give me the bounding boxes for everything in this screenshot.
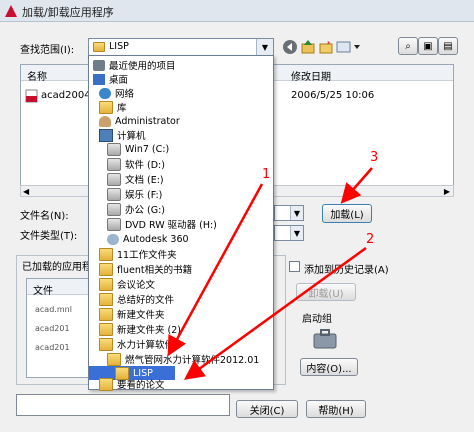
- arrow-1: [167, 183, 264, 357]
- arrow-3: [340, 167, 373, 204]
- annotation-number-1: 1: [262, 167, 271, 182]
- annotation-arrows: [167, 167, 373, 380]
- annotation-number-3: 3: [370, 150, 379, 165]
- arrow-2: [183, 246, 367, 380]
- annotation-number-2: 2: [366, 232, 375, 247]
